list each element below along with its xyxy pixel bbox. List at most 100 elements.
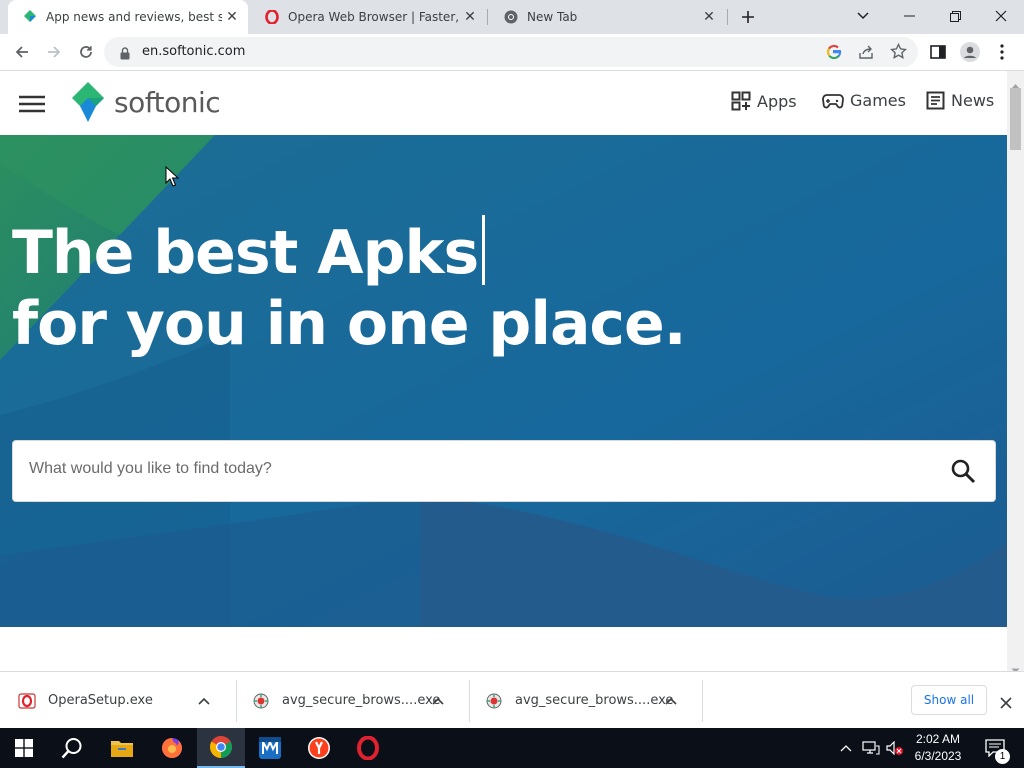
avg-installer-file-icon (253, 693, 269, 708)
tab-softonic[interactable]: App news and reviews, best softw ✕ (8, 0, 248, 34)
nav-apps[interactable]: Apps (731, 91, 797, 111)
close-tab-icon[interactable]: ✕ (699, 7, 719, 27)
download-filename: OperaSetup.exe (48, 693, 153, 708)
tab-title: Opera Web Browser | Faster, Safer (288, 10, 460, 24)
start-button[interactable] (0, 728, 48, 768)
bookmark-star-icon[interactable] (890, 42, 907, 64)
address-bar[interactable]: en.softonic.com (104, 37, 918, 67)
tab-opera[interactable]: Opera Web Browser | Faster, Safer ✕ (250, 0, 486, 34)
chevron-up-icon[interactable] (198, 697, 210, 705)
scroll-thumb[interactable] (1010, 88, 1021, 150)
search-input[interactable] (29, 460, 909, 478)
share-icon[interactable] (858, 44, 874, 64)
browser-toolbar: en.softonic.com (0, 34, 1024, 71)
tab-title: New Tab (527, 10, 578, 24)
download-item[interactable]: avg_secure_brows....exe (485, 672, 703, 729)
nav-news-label: News (951, 91, 995, 110)
taskbar-firefox[interactable] (148, 728, 196, 768)
taskbar-yandex[interactable] (295, 728, 343, 768)
close-window-button[interactable] (978, 0, 1024, 32)
reload-button[interactable] (72, 38, 100, 66)
volume-muted-icon[interactable] (884, 728, 906, 768)
opera-installer-file-icon (18, 692, 36, 709)
chrome-favicon-icon (503, 9, 519, 25)
search-icon (61, 738, 82, 759)
chevron-up-icon[interactable] (665, 697, 677, 705)
opera-favicon-icon (264, 9, 280, 25)
back-button[interactable] (8, 38, 36, 66)
chrome-icon (210, 736, 232, 758)
download-separator (702, 680, 703, 722)
search-box[interactable] (12, 440, 996, 502)
hero-title-line-2: for you in one place. (12, 289, 686, 359)
browser-menu-icon[interactable] (988, 38, 1016, 66)
windows-taskbar: 2:02 AM 6/3/2023 1 (0, 728, 1024, 768)
newspaper-icon (926, 91, 945, 110)
folder-icon (111, 741, 133, 757)
nav-games[interactable]: Games (822, 91, 906, 110)
lock-icon[interactable] (120, 45, 130, 64)
forward-button[interactable] (40, 38, 68, 66)
apps-grid-icon (731, 91, 751, 111)
url-text[interactable]: en.softonic.com (142, 44, 245, 59)
profile-avatar-icon[interactable] (956, 38, 984, 66)
tab-separator (727, 9, 728, 25)
clock-time: 2:02 AM (915, 732, 961, 746)
show-hidden-icons-chevron[interactable] (836, 728, 856, 768)
softonic-logo[interactable]: softonic (70, 81, 221, 123)
close-download-shelf-icon[interactable] (1000, 694, 1012, 713)
google-lens-icon[interactable] (826, 44, 842, 64)
download-filename: avg_secure_brows....exe (515, 693, 674, 708)
logo-text: softonic (114, 85, 221, 119)
nav-apps-label: Apps (757, 91, 797, 111)
taskbar-file-explorer[interactable] (98, 728, 146, 768)
side-panel-icon[interactable] (924, 38, 952, 66)
taskbar-chrome[interactable] (197, 728, 245, 768)
taskbar-opera[interactable] (344, 728, 392, 768)
tab-title: App news and reviews, best softw (46, 10, 222, 24)
download-item[interactable]: avg_secure_brows....exe (252, 672, 470, 729)
notification-count-badge: 1 (995, 749, 1010, 764)
site-header: softonic Apps Games News (0, 71, 1007, 135)
close-tab-icon[interactable]: ✕ (460, 7, 480, 27)
restore-button[interactable] (932, 0, 978, 32)
search-icon[interactable] (950, 458, 976, 488)
hero-title-line-1: The best Apks (12, 215, 486, 288)
download-filename: avg_secure_brows....exe (282, 693, 441, 708)
firefox-icon (162, 738, 182, 758)
download-item[interactable]: OperaSetup.exe (18, 672, 236, 729)
hero-background (0, 135, 1007, 627)
yandex-browser-icon (308, 737, 330, 759)
nav-news[interactable]: News (926, 91, 994, 110)
text-cursor (482, 215, 486, 285)
taskbar-maxthon[interactable] (246, 728, 294, 768)
system-clock[interactable]: 2:02 AM 6/3/2023 (908, 731, 968, 765)
page-scrollbar[interactable] (1007, 71, 1024, 673)
download-separator (469, 680, 470, 722)
tab-new-tab[interactable]: New Tab ✕ (489, 0, 725, 34)
opera-icon (357, 736, 379, 760)
network-icon[interactable] (860, 728, 882, 768)
chevron-up-icon[interactable] (432, 697, 444, 705)
close-tab-icon[interactable]: ✕ (222, 7, 242, 27)
download-separator (236, 680, 237, 722)
tab-search-chevron-icon[interactable] (840, 0, 886, 32)
minimize-button[interactable] (886, 0, 932, 32)
nav-games-label: Games (850, 91, 906, 110)
hamburger-menu-icon[interactable] (19, 95, 45, 117)
clock-date: 6/3/2023 (914, 749, 962, 763)
gamepad-icon (822, 93, 844, 108)
action-center-button[interactable]: 1 (978, 728, 1012, 768)
download-shelf: OperaSetup.exe avg_secure_brows....exe a… (0, 671, 1024, 728)
windows-logo-icon (15, 739, 33, 757)
taskbar-search-button[interactable] (48, 728, 96, 768)
mouse-cursor-icon (165, 166, 179, 187)
show-all-downloads-button[interactable]: Show all (911, 685, 987, 715)
hero-line-1-text: The best Apks (12, 218, 479, 288)
new-tab-button[interactable] (734, 3, 762, 31)
softonic-favicon-icon (22, 9, 38, 25)
tab-strip: App news and reviews, best softw ✕ Opera… (0, 0, 1024, 34)
maxthon-icon (259, 737, 281, 759)
tab-separator (487, 9, 488, 25)
hero-banner: The best Apks for you in one place. (0, 135, 1007, 627)
